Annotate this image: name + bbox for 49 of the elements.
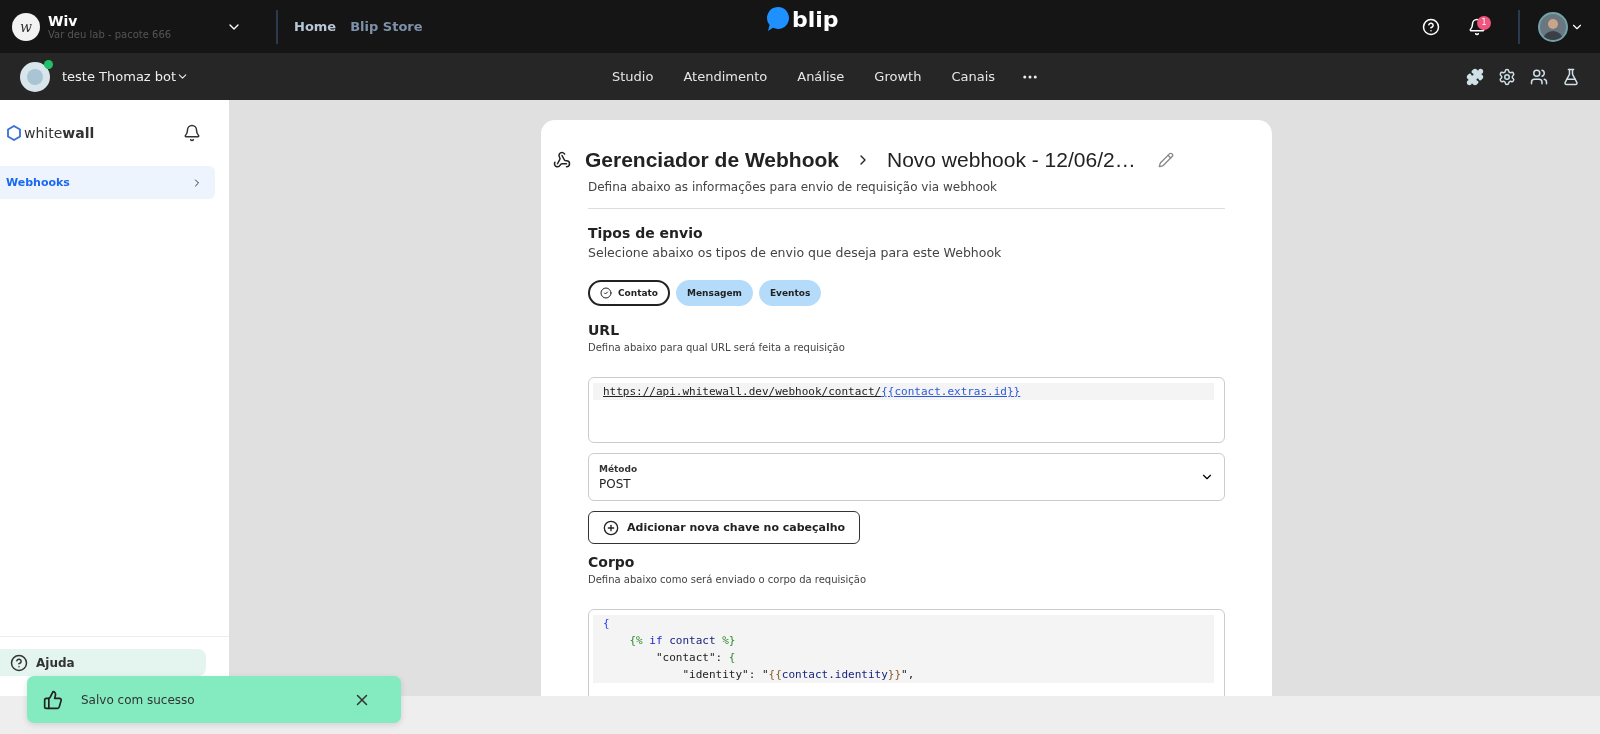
section-description: Defina abaixo como será enviado o corpo da requisição — [588, 574, 868, 585]
menu-item[interactable]: Studio — [612, 69, 654, 84]
type-chip[interactable]: Contato — [588, 280, 671, 306]
menu-item[interactable]: Atendimento — [683, 69, 768, 84]
users-icon[interactable] — [1530, 67, 1548, 86]
webhook-name: Novo webhook - 12/06/2… — [887, 148, 1136, 172]
menu-item[interactable]: Growth — [874, 69, 922, 84]
menu-item[interactable]: Canais — [951, 69, 996, 84]
type-chip[interactable]: Mensagem — [676, 280, 753, 306]
method-select[interactable]: Método POST — [588, 453, 1225, 501]
menu-item[interactable]: Análise — [797, 69, 845, 84]
org-name: Wiv — [48, 13, 79, 29]
section-title: Tipos de envio — [588, 225, 704, 241]
url-text: https://api.whitewall.dev/webhook/contact/{{contact.extras.id}} — [593, 383, 1214, 400]
bell-icon[interactable] — [183, 124, 201, 142]
pencil-icon[interactable] — [1157, 152, 1174, 168]
whitewall-logo: whitewall — [24, 125, 95, 141]
thumbs-up-icon — [43, 689, 63, 710]
settings-icon[interactable] — [1498, 67, 1516, 86]
section-title: Corpo — [588, 554, 636, 570]
type-chip[interactable]: Eventos — [758, 280, 822, 306]
help-button[interactable]: Ajuda — [0, 649, 206, 676]
plus-circle-icon — [603, 519, 619, 536]
section-description: Defina abaixo para qual URL será feita a requisição — [588, 342, 846, 353]
nav-link[interactable]: Blip Store — [350, 19, 423, 34]
puzzle-icon[interactable] — [1466, 67, 1484, 86]
org-plan: Var deu lab - pacote 666 — [48, 29, 173, 40]
add-header-button[interactable]: Adicionar nova chave no cabeçalho — [588, 511, 861, 544]
hexagon-logo-icon — [6, 125, 22, 141]
body-editor[interactable]: { {% if contact %} "contact": { "identity": "{{contact.identity}}", — [588, 609, 1225, 696]
notification-bell[interactable] — [1468, 17, 1486, 36]
check-circle-icon — [600, 287, 612, 299]
notification-badge: 1 — [1477, 15, 1491, 30]
org-logo: w — [12, 12, 40, 41]
help-icon[interactable] — [1422, 17, 1440, 36]
user-avatar[interactable] — [1538, 11, 1568, 42]
section-title: URL — [588, 322, 621, 338]
url-editor[interactable]: https://api.whitewall.dev/webhook/contact/{{contact.extras.id}} — [588, 377, 1225, 443]
help-icon — [10, 653, 28, 672]
page-title: Gerenciador de Webhook — [585, 148, 839, 172]
flask-icon[interactable] — [1562, 67, 1580, 86]
bot-selector[interactable]: teste Thomaz bot — [62, 69, 177, 84]
nav-link[interactable]: Home — [294, 19, 337, 34]
section-description: Selecione abaixo os tipos de envio que deseja para este Webhook — [588, 245, 1003, 260]
webhook-icon — [553, 151, 571, 169]
brand-logo: blip — [792, 6, 839, 32]
toast-message: Salvo com sucesso — [81, 692, 195, 707]
sidebar-item[interactable]: Webhooks — [0, 166, 215, 199]
page-description: Defina abaixo as informações para envio de requisição via webhook — [588, 180, 998, 194]
